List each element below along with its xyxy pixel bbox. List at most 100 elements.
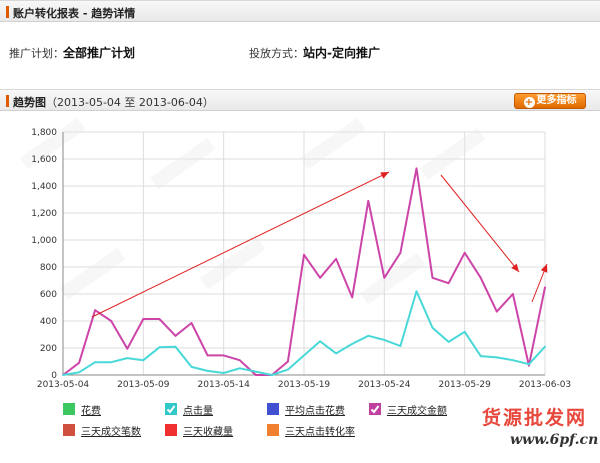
more-metrics-label: 更多指标 [536,95,577,106]
more-metrics-button[interactable]: + 更多指标 [514,93,586,109]
plan-value: 全部推广计划 [63,46,136,60]
legend-label: 三天成交笔数 [81,427,141,438]
series-point [270,374,273,376]
legend-checkbox[interactable] [63,403,75,415]
series-point [447,282,450,285]
series-point [463,330,466,333]
chart-watermark [19,118,486,305]
x-tick-label: 2013-05-24 [358,380,411,390]
series-point [287,368,289,371]
series-point [351,343,354,345]
header-accent-bar [6,95,9,107]
x-tick-label: 2013-05-29 [439,380,492,390]
y-tick-label: 1,800 [31,128,57,138]
series-point [222,372,225,374]
legend-checkbox[interactable] [267,403,279,415]
watermark-stamp [149,137,216,190]
series-point [383,276,386,279]
series-point [190,366,193,368]
y-tick-label: 400 [40,317,57,327]
plus-icon: + [523,97,535,108]
check-icon [370,405,380,414]
series-point [319,276,321,279]
legend-checkbox[interactable] [63,424,75,436]
x-tick-label: 2013-05-14 [198,380,251,390]
series-point [110,361,113,364]
series-point [511,293,514,295]
plan-label: 推广计划： [9,47,64,60]
x-tick-label: 2013-06-03 [519,380,571,390]
series-point [126,357,129,360]
legend-label: 三天收藏量 [183,427,233,438]
series-point [431,326,434,329]
x-tick-label: 2013-05-09 [117,380,170,390]
legend-label: 三天点击转化率 [285,427,355,438]
series-point [94,361,97,364]
series-point [479,276,482,279]
series-point [495,310,498,313]
series-point [383,339,386,341]
watermark-stamp [60,247,126,300]
trend-header: 趋势图（2013-05-04 至 2013-06-04） + 更多指标 [0,89,600,111]
series-point [335,352,338,355]
annotation-arrow-line [91,171,390,318]
series-point [463,251,466,254]
annotation-arrow-head [511,263,519,272]
series-point [415,167,418,170]
series-point [287,360,289,363]
y-tick-label: 1,200 [31,209,57,219]
series-point [415,290,418,293]
trend-date-range: （2013-05-04 至 2013-06-04） [46,96,214,109]
legend-checkbox[interactable] [267,424,279,436]
legend-label: 平均点击花费 [285,406,345,417]
legend-checkbox[interactable] [165,403,177,415]
series-point [78,371,80,374]
series-point [78,361,80,364]
series-point [94,309,97,312]
report-title: 账户转化报表 - 趋势详情 [13,5,135,21]
report-title-main: 账户转化报表 [13,7,79,20]
trend-chart: 02004006008001,0001,2001,4001,6001,80020… [19,118,571,390]
series-point [222,354,225,357]
x-tick-label: 2013-05-19 [278,380,331,390]
series-point [447,341,450,343]
y-tick-label: 200 [40,344,57,354]
series-point [158,318,161,320]
series-point [110,320,113,322]
series-point [511,359,514,362]
series-point [479,355,482,357]
watermark-stamp [200,237,266,290]
trend-title: 趋势图（2013-05-04 至 2013-06-04） [13,94,214,110]
series-point [367,334,370,337]
legend-label: 花费 [81,406,101,417]
legend-label: 三天成交金额 [387,406,447,417]
report-title-sub: 趋势详情 [91,7,136,20]
series-point [335,258,338,260]
trend-title-main: 趋势图 [13,96,46,109]
series-point [528,363,530,366]
header-accent-bar [6,6,9,18]
legend-checkbox[interactable] [369,403,381,415]
watermark-stamp [420,127,486,180]
series-point [431,276,434,279]
annotation-arrow-line [440,174,520,273]
series-point [206,354,209,357]
y-tick-label: 800 [40,263,57,273]
series-point [254,370,257,373]
series-point [142,318,145,320]
series-point [399,345,402,347]
series-point [351,296,354,299]
series-point [190,322,193,324]
series-point [238,359,241,362]
series-point [158,346,161,349]
y-tick-label: 1,400 [31,182,57,192]
mode-label: 投放方式： [249,47,304,60]
series-point [174,345,177,348]
y-tick-label: 600 [40,290,57,300]
legend-checkbox[interactable] [165,424,177,436]
series-point [319,340,321,343]
series-point [544,345,546,348]
series-point [495,356,498,359]
legend-label: 点击量 [183,406,213,417]
series-point [254,374,257,376]
